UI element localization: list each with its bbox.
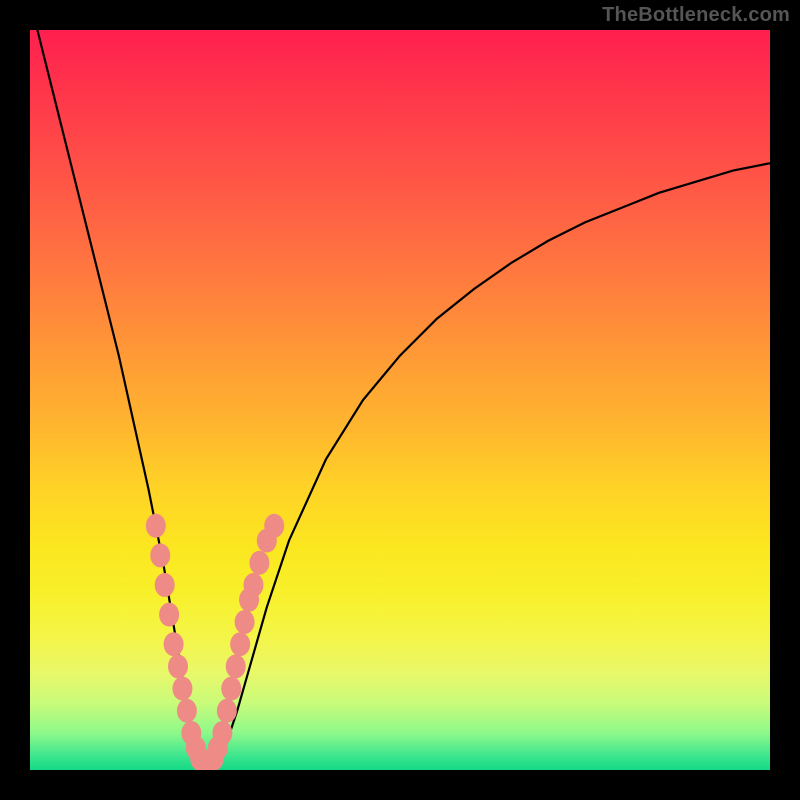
chart-frame: TheBottleneck.com xyxy=(0,0,800,800)
sample-marker xyxy=(221,677,241,701)
sample-marker xyxy=(168,654,188,678)
sample-marker xyxy=(155,573,175,597)
sample-marker xyxy=(177,699,197,723)
attribution-text: TheBottleneck.com xyxy=(602,4,790,27)
sample-marker xyxy=(249,551,269,575)
sample-marker xyxy=(217,699,237,723)
sample-markers xyxy=(146,514,284,770)
sample-marker xyxy=(243,573,263,597)
sample-marker xyxy=(212,721,232,745)
sample-marker xyxy=(150,543,170,567)
sample-marker xyxy=(264,514,284,538)
sample-marker xyxy=(226,654,246,678)
sample-marker xyxy=(172,677,192,701)
plot-area xyxy=(30,30,770,770)
points-svg xyxy=(30,30,770,770)
sample-marker xyxy=(146,514,166,538)
sample-marker xyxy=(164,632,184,656)
sample-marker xyxy=(159,603,179,627)
sample-marker xyxy=(235,610,255,634)
sample-marker xyxy=(230,632,250,656)
